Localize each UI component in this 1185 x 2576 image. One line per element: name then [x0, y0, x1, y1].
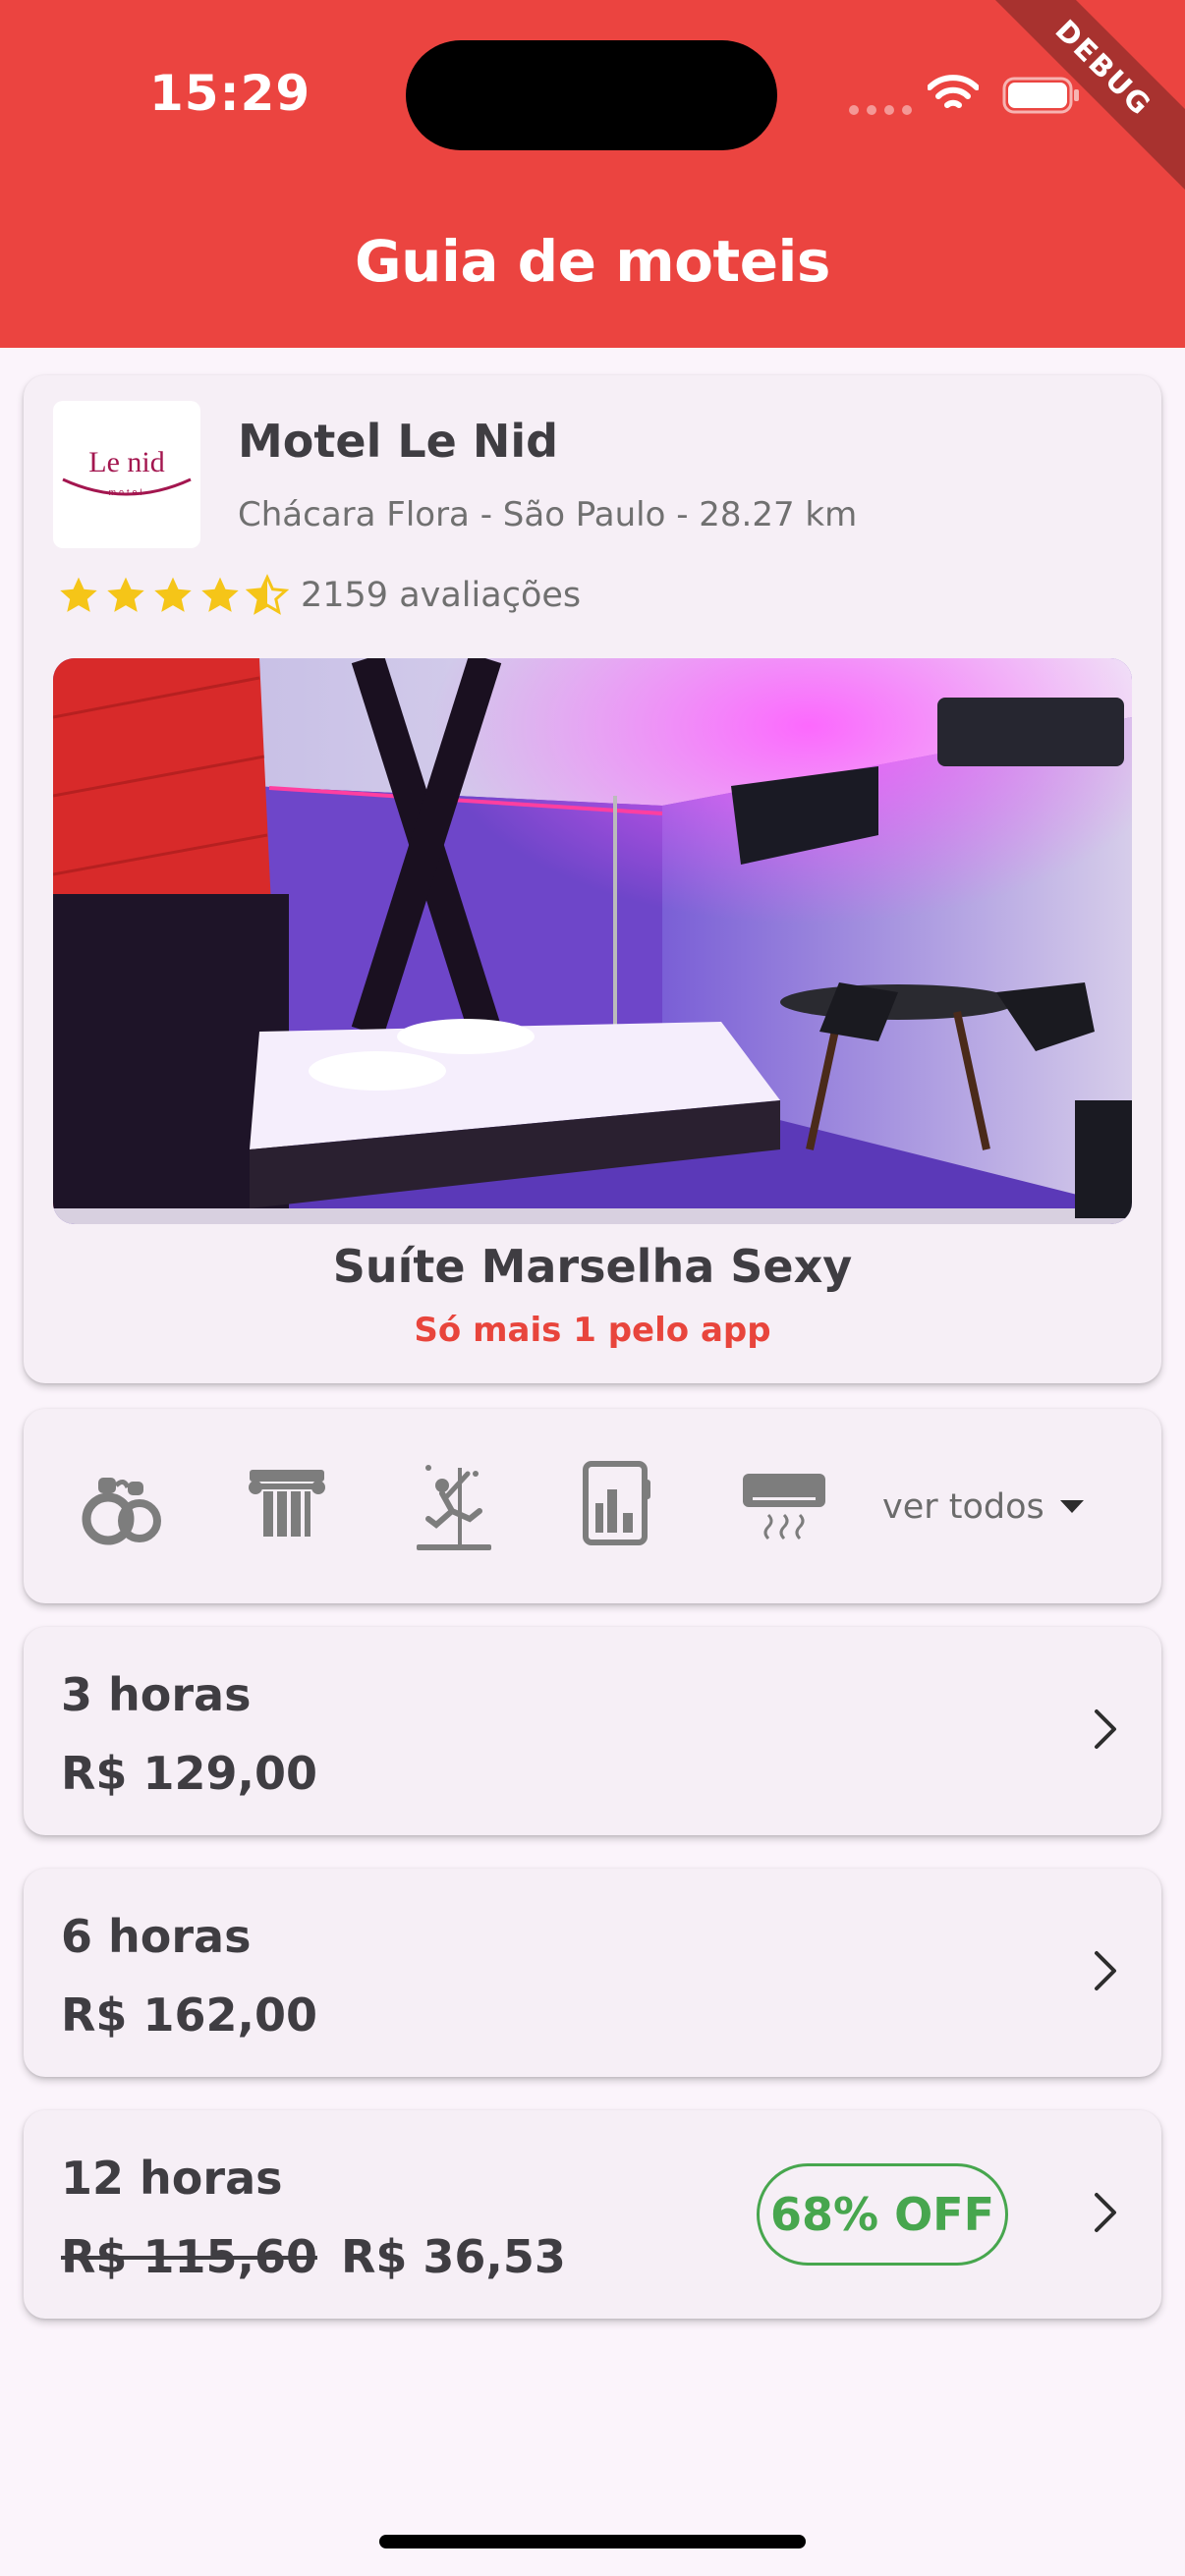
- chevron-right-icon: [1095, 1951, 1116, 1990]
- discount-badge: 68% OFF: [757, 2163, 1008, 2266]
- home-indicator[interactable]: [379, 2535, 806, 2548]
- price-duration: 3 horas: [61, 1668, 252, 1721]
- old-price: R$ 115,60: [61, 2230, 317, 2283]
- minibar-icon: [583, 1461, 650, 1545]
- status-time: 15:29: [149, 65, 311, 122]
- price-value: R$ 129,00: [61, 1747, 317, 1800]
- chevron-right-icon: [1095, 2193, 1116, 2232]
- reviews-count: 2159 avaliações: [301, 576, 582, 615]
- handcuffs-icon: [82, 1478, 161, 1545]
- amenities-card: ver todos: [24, 1409, 1161, 1603]
- price-duration: 12 horas: [61, 2152, 283, 2205]
- wifi-icon: [928, 75, 979, 108]
- logo-text: Le nid: [88, 446, 164, 478]
- column-icon: [249, 1470, 325, 1537]
- air-conditioner-icon: [743, 1474, 825, 1540]
- see-all-label: ver todos: [882, 1487, 1044, 1527]
- price-option-6h[interactable]: 6 horas R$ 162,00: [24, 1869, 1161, 2077]
- star-full-icon: [201, 577, 239, 612]
- cellular-signal-icon: [849, 105, 912, 115]
- star-full-icon: [60, 577, 97, 612]
- caret-down-icon: [1059, 1500, 1084, 1513]
- price-option-12h[interactable]: 12 horas R$ 115,60 R$ 36,53 68% OFF: [24, 2110, 1161, 2319]
- motel-card[interactable]: Le nid motel Motel Le Nid Chácara Flora …: [24, 375, 1161, 1383]
- star-half-icon: [246, 574, 289, 615]
- price-value: R$ 162,00: [61, 1988, 317, 2042]
- suite-promo: Só mais 1 pelo app: [414, 1311, 771, 1350]
- rating-stars: [57, 574, 289, 617]
- logo-subtext: motel: [108, 487, 144, 497]
- motel-name: Motel Le Nid: [238, 415, 559, 468]
- suite-name: Suíte Marselha Sexy: [332, 1240, 853, 1293]
- price-value: R$ 115,60 R$ 36,53: [61, 2230, 566, 2283]
- page-title: Guia de moteis: [355, 228, 830, 295]
- battery-icon: [1002, 77, 1079, 114]
- discounted-price: R$ 36,53: [340, 2230, 566, 2283]
- star-full-icon: [154, 577, 192, 612]
- pole-dance-icon: [417, 1465, 491, 1550]
- see-all-button[interactable]: ver todos: [882, 1487, 1084, 1527]
- motel-logo: Le nid motel: [53, 401, 200, 548]
- price-duration: 6 horas: [61, 1910, 252, 1963]
- chevron-right-icon: [1095, 1709, 1116, 1749]
- price-option-3h[interactable]: 3 horas R$ 129,00: [24, 1627, 1161, 1835]
- motel-location: Chácara Flora - São Paulo - 28.27 km: [238, 495, 858, 534]
- dynamic-island: [406, 40, 777, 150]
- app-header: 15:29 DEBUG Guia de moteis: [0, 0, 1185, 348]
- star-full-icon: [107, 577, 144, 612]
- suite-photo[interactable]: [53, 658, 1132, 1224]
